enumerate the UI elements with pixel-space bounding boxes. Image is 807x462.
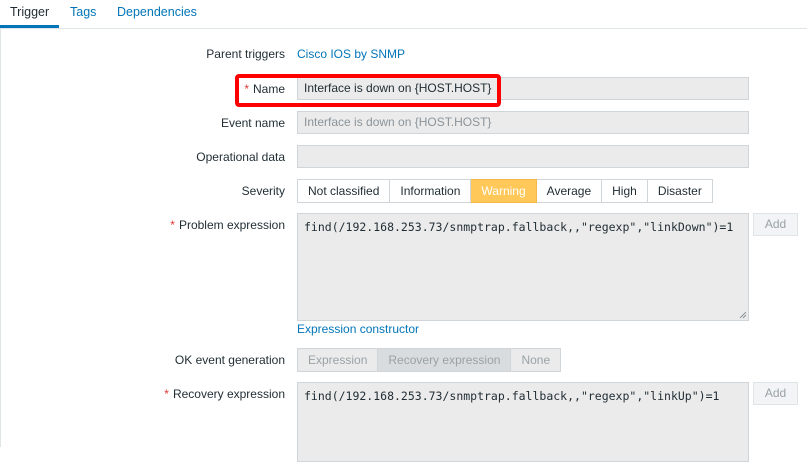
problem-expression-label: * Problem expression [170, 218, 285, 232]
recovery-expression-label: * Recovery expression [164, 387, 285, 401]
parent-trigger-link[interactable]: Cisco IOS by SNMP [297, 47, 405, 61]
resize-handle-icon[interactable] [739, 311, 747, 319]
ok-event-recovery-expression[interactable]: Recovery expression [378, 348, 512, 372]
tab-tags[interactable]: Tags [70, 0, 96, 27]
name-label: * Name [244, 82, 285, 96]
required-marker: * [170, 218, 175, 232]
expression-constructor-link[interactable]: Expression constructor [297, 322, 419, 336]
operational-data-field[interactable] [297, 145, 749, 168]
recovery-expression-add-button[interactable]: Add [753, 382, 798, 405]
ok-event-expression[interactable]: Expression [297, 348, 379, 372]
severity-not-classified[interactable]: Not classified [297, 179, 391, 203]
parent-triggers-label: Parent triggers [206, 47, 285, 61]
recovery-expression-field[interactable]: find(/192.168.253.73/snmptrap.fallback,,… [297, 382, 749, 462]
problem-expression-text: find(/192.168.253.73/snmptrap.fallback,,… [304, 220, 734, 234]
ok-event-generation-selector: Expression Recovery expression None [297, 348, 562, 372]
operational-data-label: Operational data [196, 150, 285, 164]
severity-average[interactable]: Average [536, 179, 603, 203]
required-marker: * [164, 387, 169, 401]
event-name-label: Event name [220, 116, 285, 130]
severity-high[interactable]: High [602, 179, 648, 203]
problem-expression-field[interactable]: find(/192.168.253.73/snmptrap.fallback,,… [297, 213, 749, 321]
ok-event-none[interactable]: None [511, 348, 562, 372]
trigger-form: Parent triggers Cisco IOS by SNMP * Name … [0, 28, 807, 462]
severity-warning[interactable]: Warning [471, 179, 537, 203]
problem-expression-add-button[interactable]: Add [753, 213, 798, 236]
severity-disaster[interactable]: Disaster [647, 179, 713, 203]
severity-selector: Not classified Information Warning Avera… [297, 179, 713, 203]
event-name-field[interactable]: Interface is down on {HOST.HOST} [297, 111, 749, 134]
ok-event-generation-label: OK event generation [174, 353, 285, 367]
severity-label: Severity [241, 184, 285, 198]
name-field[interactable]: Interface is down on {HOST.HOST} [297, 77, 749, 100]
severity-information[interactable]: Information [390, 179, 472, 203]
tab-dependencies[interactable]: Dependencies [117, 0, 197, 27]
tab-trigger[interactable]: Trigger [0, 0, 60, 28]
tab-bar: Trigger Tags Dependencies [0, 0, 807, 29]
required-marker: * [244, 82, 249, 96]
recovery-expression-text: find(/192.168.253.73/snmptrap.fallback,,… [304, 389, 720, 403]
